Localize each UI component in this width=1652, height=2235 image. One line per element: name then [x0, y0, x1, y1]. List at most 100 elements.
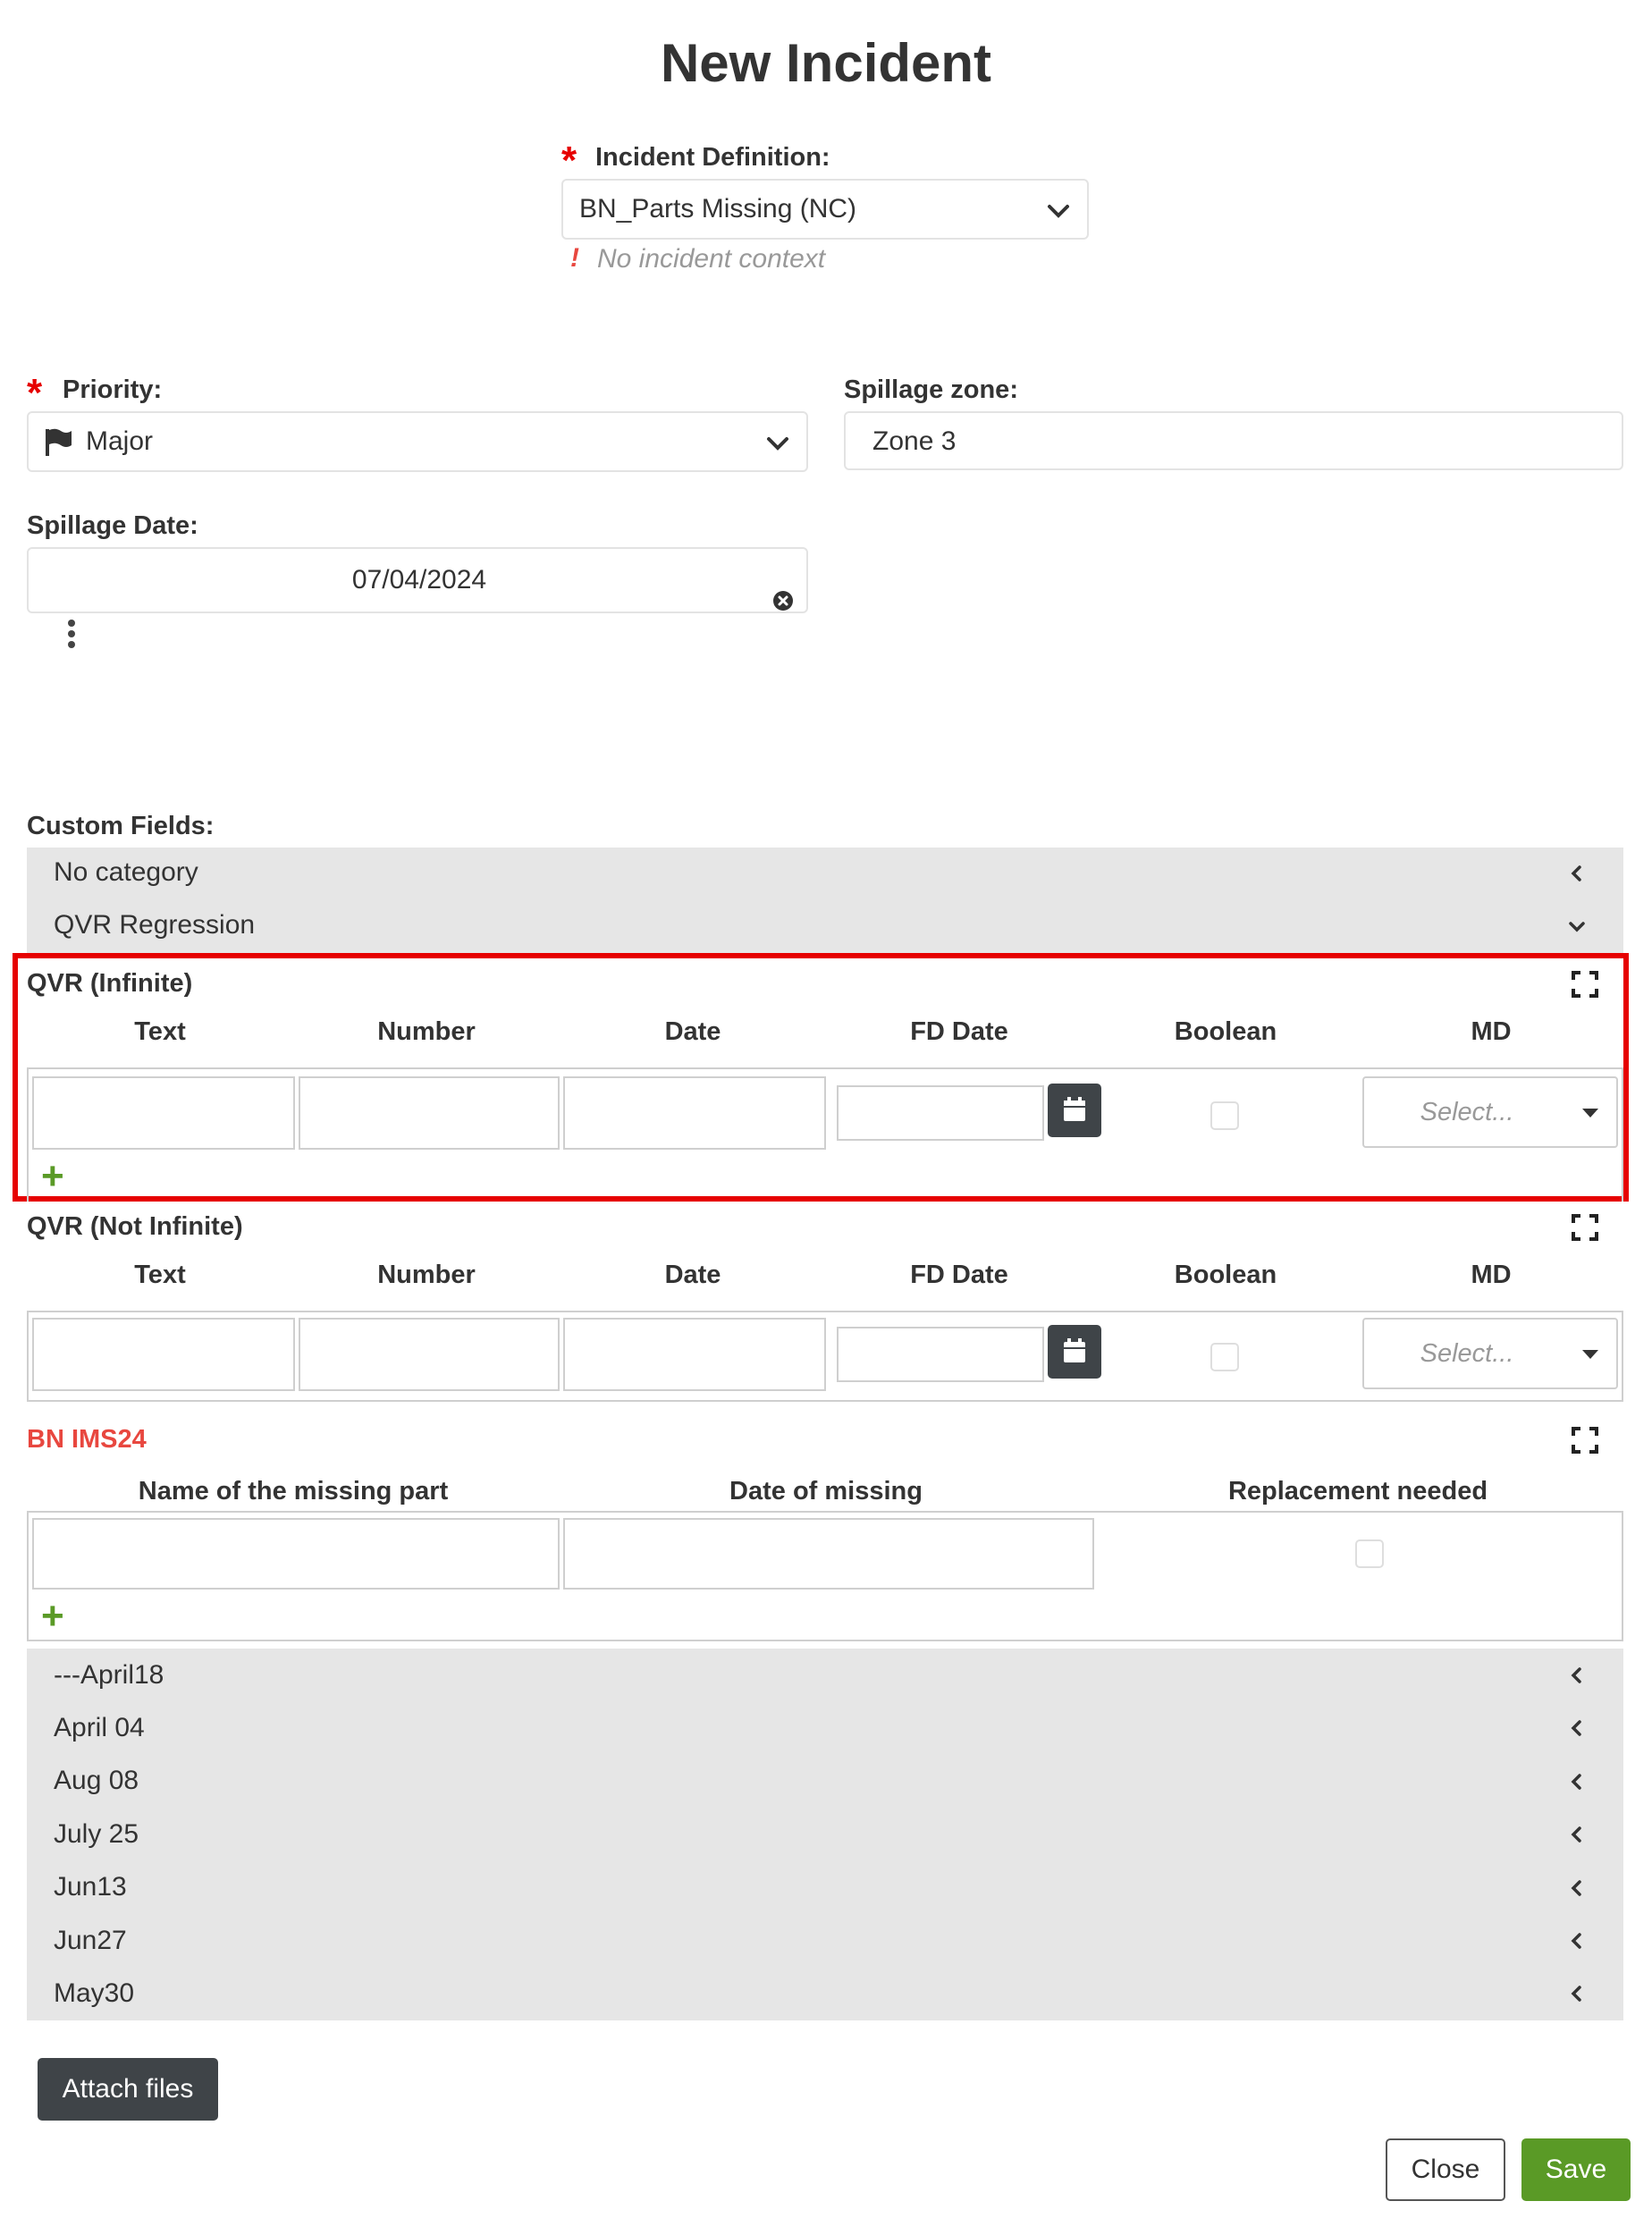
custom-fields-categories: No category QVR Regression	[27, 848, 1623, 953]
qvr-not-infinite-title: QVR (Not Infinite)	[27, 1212, 243, 1241]
expand-icon[interactable]	[1572, 1214, 1598, 1241]
chevron-down-icon	[767, 437, 788, 451]
number-input[interactable]	[299, 1076, 560, 1150]
chevron-left-icon	[1571, 1826, 1581, 1843]
priority-value: Major	[86, 426, 154, 456]
chevron-down-icon	[1569, 922, 1585, 932]
chevron-left-icon	[1571, 1774, 1581, 1790]
calendar-icon	[1064, 1338, 1085, 1362]
spillage-zone-input[interactable]: Zone 3	[844, 411, 1623, 470]
text-input[interactable]	[32, 1318, 295, 1391]
list-item[interactable]: Jun13	[27, 1861, 1623, 1915]
chevron-left-icon	[1571, 1933, 1581, 1949]
number-input[interactable]	[299, 1318, 560, 1391]
spillage-date-value: 07/04/2024	[351, 565, 487, 595]
date-input[interactable]	[563, 1318, 826, 1391]
boolean-checkbox[interactable]	[1210, 1343, 1239, 1371]
incident-definition-select[interactable]: BN_Parts Missing (NC)	[561, 179, 1089, 240]
chevron-down-icon	[1048, 205, 1069, 218]
category-label: No category	[54, 857, 198, 887]
md-select-placeholder: Select...	[1420, 1098, 1514, 1126]
list-item[interactable]: Aug 08	[27, 1755, 1623, 1809]
incident-definition-value: BN_Parts Missing (NC)	[579, 194, 857, 224]
custom-fields-label: Custom Fields:	[27, 812, 215, 840]
column-header-date: Date	[664, 1017, 721, 1046]
column-header-boolean: Boolean	[1174, 1017, 1277, 1046]
add-row-button[interactable]: +	[41, 1597, 64, 1636]
text-input[interactable]	[32, 1076, 295, 1150]
column-header-md: MD	[1471, 1017, 1512, 1046]
column-header-boolean: Boolean	[1174, 1261, 1277, 1289]
calendar-button[interactable]	[1048, 1325, 1101, 1379]
category-row-qvr-regression[interactable]: QVR Regression	[27, 899, 1623, 953]
fd-date-input[interactable]	[837, 1327, 1044, 1382]
calendar-icon	[1064, 1097, 1085, 1121]
table-row: Select...	[27, 1311, 1623, 1402]
chevron-left-icon	[1571, 865, 1581, 881]
date-input[interactable]	[563, 1076, 826, 1150]
priority-select[interactable]: Major	[27, 411, 808, 472]
add-row-button[interactable]: +	[41, 1157, 64, 1196]
spillage-zone-label: Spillage zone:	[844, 375, 1018, 404]
chevron-left-icon	[1571, 1880, 1581, 1896]
group-label: April 04	[54, 1713, 145, 1742]
group-label: Jun13	[54, 1872, 127, 1902]
caret-down-icon	[1582, 1109, 1598, 1118]
column-header-number: Number	[377, 1261, 476, 1289]
bn-ims24-title: BN IMS24	[27, 1425, 147, 1454]
column-header-md: MD	[1471, 1261, 1512, 1289]
date-groups-list: ---April18 April 04 Aug 08 July 25 Jun13…	[27, 1649, 1623, 2020]
table-row: Select... +	[27, 1069, 1623, 1202]
clear-icon[interactable]	[772, 590, 794, 611]
column-header-part-name: Name of the missing part	[138, 1477, 449, 1505]
list-item[interactable]: July 25	[27, 1809, 1623, 1861]
group-label: July 25	[54, 1819, 139, 1849]
category-row-no-category[interactable]: No category	[27, 848, 1623, 899]
list-item[interactable]: May30	[27, 1968, 1623, 2020]
md-select[interactable]: Select...	[1362, 1318, 1618, 1389]
column-header-text: Text	[134, 1261, 186, 1289]
boolean-checkbox[interactable]	[1210, 1101, 1239, 1130]
incident-definition-label: Incident Definition:	[595, 143, 830, 172]
caret-down-icon	[1582, 1350, 1598, 1359]
calendar-button[interactable]	[1048, 1084, 1101, 1137]
list-item[interactable]: ---April18	[27, 1649, 1623, 1702]
spillage-date-input[interactable]: 07/04/2024	[27, 547, 808, 613]
replacement-checkbox[interactable]	[1355, 1539, 1384, 1568]
close-button[interactable]: Close	[1386, 2138, 1505, 2201]
part-name-input[interactable]	[32, 1518, 560, 1590]
column-header-date: Date	[664, 1261, 721, 1289]
qvr-infinite-title: QVR (Infinite)	[27, 969, 193, 998]
column-header-replacement: Replacement needed	[1227, 1477, 1488, 1505]
fd-date-input[interactable]	[837, 1085, 1044, 1141]
date-missing-input[interactable]	[563, 1518, 1094, 1590]
expand-icon[interactable]	[1572, 971, 1598, 998]
attach-files-button[interactable]: Attach files	[38, 2058, 218, 2121]
spillage-date-label: Spillage Date:	[27, 511, 198, 540]
group-label: Jun27	[54, 1926, 127, 1955]
chevron-left-icon	[1571, 1667, 1581, 1683]
list-item[interactable]: Jun27	[27, 1915, 1623, 1968]
expand-icon[interactable]	[1572, 1427, 1598, 1454]
spillage-zone-value: Zone 3	[872, 426, 957, 456]
category-label: QVR Regression	[54, 910, 256, 940]
required-indicator: *	[27, 371, 43, 415]
column-header-fd-date: FD Date	[910, 1017, 1008, 1046]
md-select-placeholder: Select...	[1420, 1339, 1514, 1368]
save-button[interactable]: Save	[1521, 2138, 1631, 2201]
list-item[interactable]: April 04	[27, 1702, 1623, 1755]
table-row: +	[27, 1511, 1623, 1641]
chevron-left-icon	[1571, 1986, 1581, 2002]
column-header-text: Text	[134, 1017, 186, 1046]
priority-label: Priority:	[63, 375, 163, 404]
group-label: May30	[54, 1978, 135, 2008]
more-options-icon[interactable]	[66, 619, 77, 649]
page-title: New Incident	[660, 33, 992, 93]
column-header-number: Number	[377, 1017, 476, 1046]
incident-context-warning: No incident context	[597, 244, 826, 274]
column-header-date-missing: Date of missing	[729, 1477, 923, 1505]
group-label: ---April18	[54, 1660, 164, 1690]
flag-icon	[46, 428, 72, 456]
md-select[interactable]: Select...	[1362, 1076, 1618, 1148]
group-label: Aug 08	[54, 1766, 139, 1795]
